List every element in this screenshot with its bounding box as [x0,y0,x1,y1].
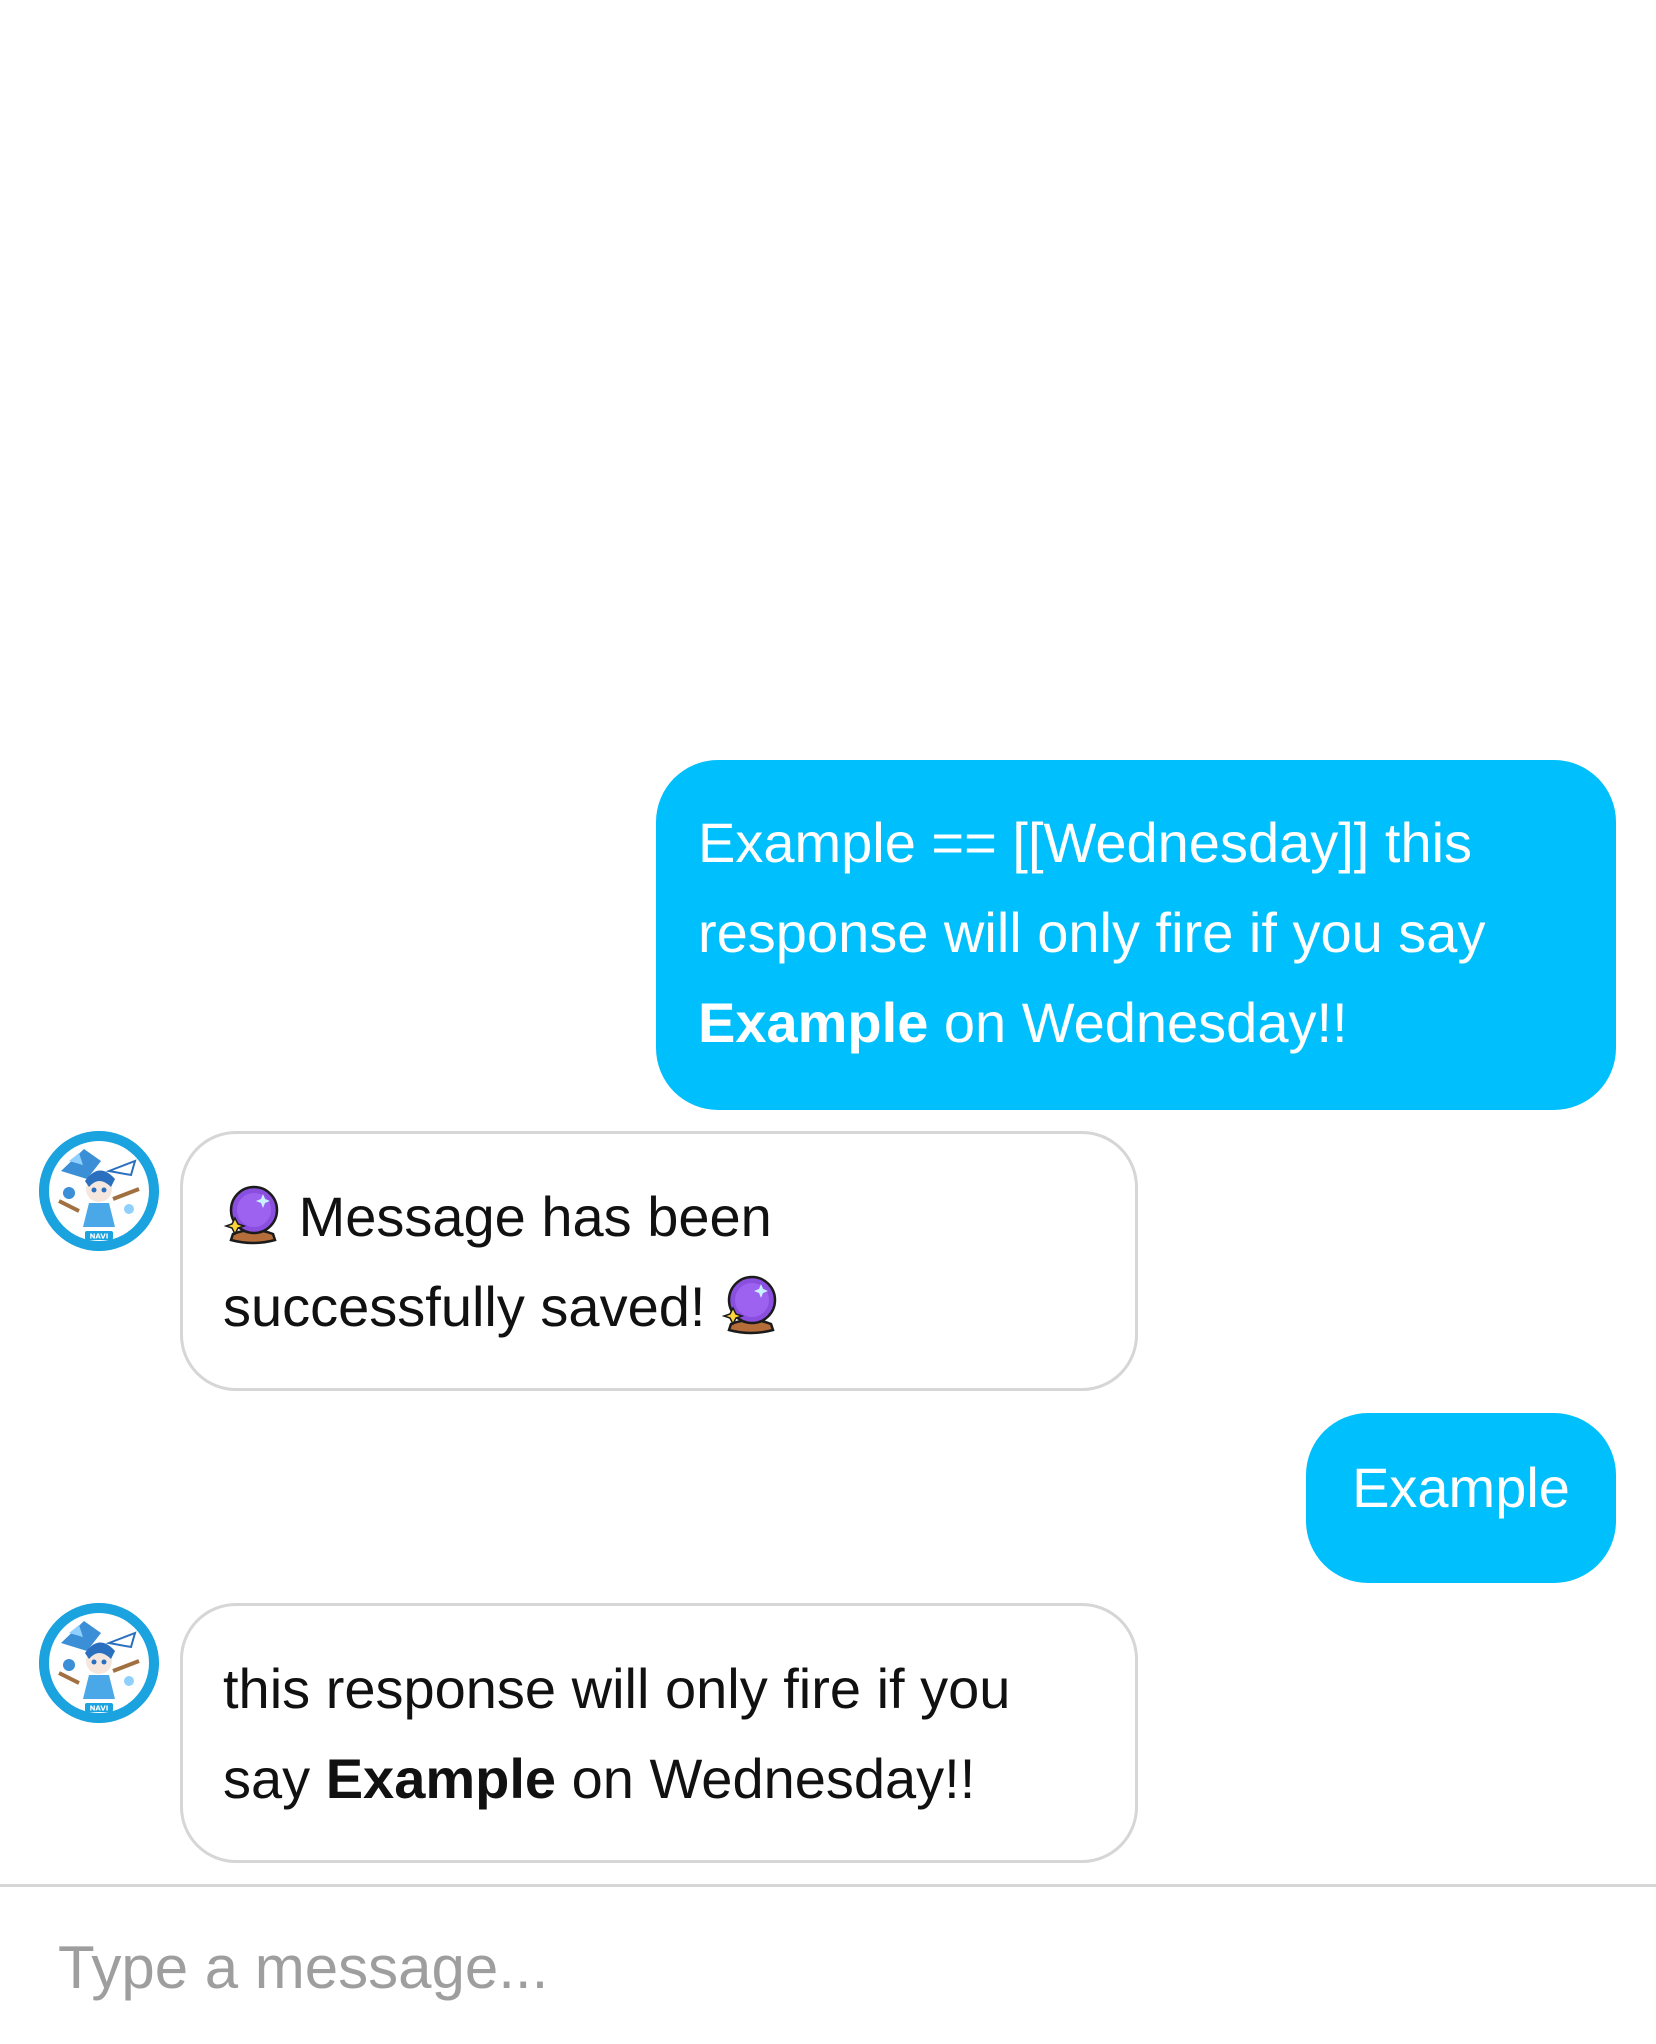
outgoing-message[interactable]: Example == [[Wednesday]] this response w… [656,760,1616,1110]
message-line: Example [1352,1456,1570,1519]
message-text: Message has been [298,1185,772,1248]
bold-keyword: Example [325,1747,557,1810]
outgoing-message[interactable]: Example [1306,1413,1616,1583]
bold-keyword: Example [698,991,929,1054]
message-input[interactable] [58,1927,1598,2007]
incoming-message[interactable]: this response will only fire if you say … [180,1603,1138,1863]
message-line: Example == [[Wednesday]] this [698,811,1473,874]
message-text: on Wednesday!! [928,991,1348,1054]
bot-avatar[interactable] [39,1131,159,1251]
message-line: say Example on Wednesday!! [223,1734,1095,1824]
message-text: say [223,1747,326,1810]
message-text: successfully saved! [223,1275,706,1338]
bot-avatar[interactable] [39,1603,159,1723]
message-text: on Wednesday!! [556,1747,976,1810]
message-line: successfully saved! [223,1262,1095,1352]
crystal-ball-icon [721,1272,781,1336]
incoming-message[interactable]: Message has been successfully saved! [180,1131,1138,1391]
message-line: response will only fire if you say [698,901,1486,964]
message-line: this response will only fire if you [223,1657,1011,1720]
crystal-ball-icon [223,1182,283,1246]
message-line: Example on Wednesday!! [698,978,1574,1068]
message-line: Message has been [223,1172,1095,1262]
message-composer [0,1884,1656,2044]
chat-area[interactable]: Example == [[Wednesday]] this response w… [0,0,1656,1884]
